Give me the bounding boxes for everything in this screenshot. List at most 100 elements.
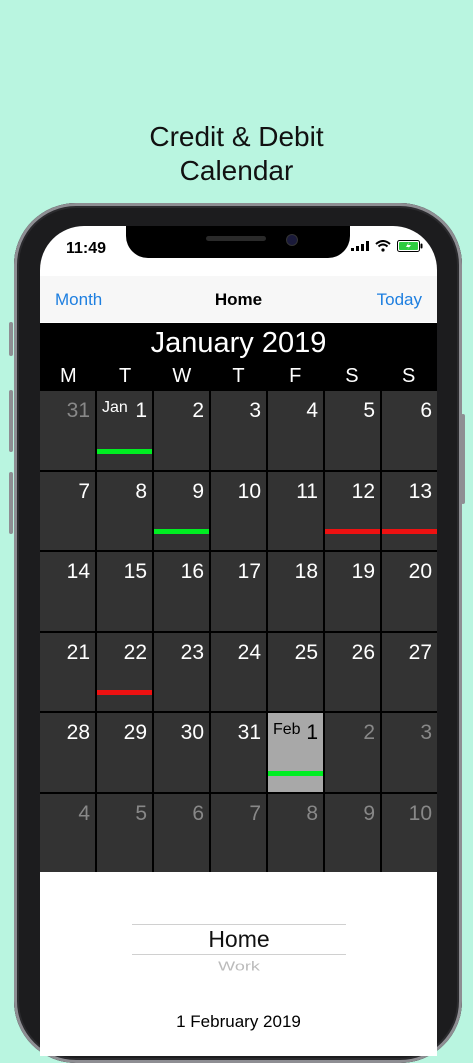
- calendar-day-cell[interactable]: Jan 1: [97, 391, 152, 470]
- calendar-day-cell[interactable]: 2: [325, 713, 380, 792]
- day-number: 7: [78, 479, 90, 503]
- calendar-day-cell[interactable]: 10: [211, 471, 266, 550]
- calendar-day-cell[interactable]: 15: [97, 552, 152, 631]
- calendar-day-cell[interactable]: 5: [325, 391, 380, 470]
- day-number: 7: [249, 801, 261, 825]
- calendar-day-cell[interactable]: 18: [268, 552, 323, 631]
- calendar-day-cell[interactable]: 3: [382, 713, 437, 792]
- calendar-day-cell[interactable]: 27: [382, 632, 437, 711]
- day-number: 2: [363, 721, 375, 744]
- headline-line-2: Calendar: [179, 155, 294, 186]
- day-number: 28: [66, 721, 90, 744]
- day-number: 10: [408, 801, 432, 825]
- calendar-day-cell[interactable]: 13: [382, 471, 437, 550]
- battery-charging-icon: [397, 240, 423, 252]
- calendar-day-cell[interactable]: 9: [154, 471, 209, 550]
- calendar-day-cell[interactable]: 31: [211, 713, 266, 792]
- calendar-day-cell[interactable]: 23: [154, 632, 209, 711]
- calendar-day-cell[interactable]: 29: [97, 713, 152, 792]
- picker-divider-top: [132, 924, 346, 925]
- day-number: 14: [66, 560, 90, 583]
- day-number: 12: [351, 479, 375, 503]
- calendar-day-cell[interactable]: 7: [211, 793, 266, 872]
- day-number: 19: [351, 560, 375, 583]
- weekday-label: F: [289, 365, 302, 387]
- weekday-label: S: [345, 365, 359, 387]
- day-number: 24: [237, 640, 261, 664]
- calendar-day-cell[interactable]: 4: [268, 391, 323, 470]
- picker-option[interactable]: Work: [132, 959, 346, 974]
- weekday-label: M: [60, 365, 77, 387]
- headline-line-1: Credit & Debit: [149, 121, 324, 152]
- status-time: 11:49: [66, 240, 107, 257]
- calendar-day-cell[interactable]: 5: [97, 793, 152, 872]
- picker-selected-option[interactable]: Home: [132, 926, 346, 953]
- day-number: 25: [294, 640, 318, 664]
- calendar-day-cell[interactable]: Feb 1: [268, 713, 323, 792]
- calendar-day-cell[interactable]: 8: [97, 471, 152, 550]
- today-button[interactable]: Today: [377, 290, 422, 310]
- calendar-day-cell[interactable]: 21: [40, 632, 95, 711]
- day-month-label: Feb: [273, 721, 301, 738]
- calendar-day-cell[interactable]: 20: [382, 552, 437, 631]
- weekday-label: T: [232, 365, 245, 387]
- account-picker[interactable]: Home Work: [132, 924, 346, 984]
- debit-indicator: [97, 690, 152, 695]
- calendar-day-cell[interactable]: 14: [40, 552, 95, 631]
- day-number: 3: [420, 721, 432, 744]
- day-number: 31: [237, 721, 261, 744]
- calendar-day-cell[interactable]: 4: [40, 793, 95, 872]
- calendar-day-cell[interactable]: 31: [40, 391, 95, 470]
- day-month-label: Jan: [102, 399, 128, 416]
- calendar-day-cell[interactable]: 8: [268, 793, 323, 872]
- calendar-day-cell[interactable]: 2: [154, 391, 209, 470]
- calendar-day-cell[interactable]: 25: [268, 632, 323, 711]
- calendar-day-cell[interactable]: 12: [325, 471, 380, 550]
- calendar-day-cell[interactable]: 30: [154, 713, 209, 792]
- debit-indicator: [382, 529, 437, 534]
- calendar-day-cell[interactable]: 9: [325, 793, 380, 872]
- day-number: 6: [192, 801, 204, 825]
- credit-indicator: [154, 529, 209, 534]
- debit-indicator: [325, 529, 380, 534]
- day-number: 8: [135, 479, 147, 503]
- day-number: 5: [363, 399, 375, 422]
- day-number: 9: [363, 801, 375, 825]
- phone-screen: 11:49 Month Home Today January 2019 M T …: [40, 226, 437, 1056]
- day-number: 22: [123, 640, 147, 664]
- day-number: 8: [306, 801, 318, 825]
- weekday-label: T: [118, 365, 132, 387]
- calendar-day-cell[interactable]: 22: [97, 632, 152, 711]
- picker-divider-bottom: [132, 954, 346, 955]
- calendar-header: January 2019 M T W T F S S: [40, 323, 437, 391]
- volume-up-button: [9, 390, 13, 452]
- calendar-grid: 31 Jan 1 2 3 4 5 6 7 8 9 10 11 12 13 14 15 16 17 18 19 20 21 22…: [40, 391, 437, 872]
- calendar-day-cell[interactable]: 24: [211, 632, 266, 711]
- calendar-day-cell[interactable]: 7: [40, 471, 95, 550]
- calendar-day-cell[interactable]: 17: [211, 552, 266, 631]
- calendar-day-cell[interactable]: 11: [268, 471, 323, 550]
- volume-down-button: [9, 472, 13, 534]
- calendar-day-cell[interactable]: 6: [154, 793, 209, 872]
- wifi-icon: [375, 240, 391, 252]
- calendar-day-cell[interactable]: 10: [382, 793, 437, 872]
- day-number: 27: [408, 640, 432, 664]
- calendar-day-cell[interactable]: 26: [325, 632, 380, 711]
- speaker: [206, 236, 266, 241]
- month-title: January 2019: [150, 327, 327, 359]
- calendar-day-cell[interactable]: 6: [382, 391, 437, 470]
- weekday-label: W: [172, 365, 192, 387]
- calendar-day-cell[interactable]: 3: [211, 391, 266, 470]
- calendar-day-cell[interactable]: 16: [154, 552, 209, 631]
- day-number: 1: [135, 399, 147, 422]
- day-number: 11: [296, 479, 318, 503]
- day-number: 15: [123, 560, 147, 583]
- day-number: 17: [237, 560, 261, 583]
- day-number: 9: [192, 479, 204, 503]
- navigation-bar: Month Home Today: [40, 276, 437, 322]
- calendar-day-cell[interactable]: 28: [40, 713, 95, 792]
- day-number: 18: [294, 560, 318, 583]
- calendar-day-cell[interactable]: 19: [325, 552, 380, 631]
- day-number: 31: [66, 399, 90, 422]
- day-number: 6: [420, 399, 432, 422]
